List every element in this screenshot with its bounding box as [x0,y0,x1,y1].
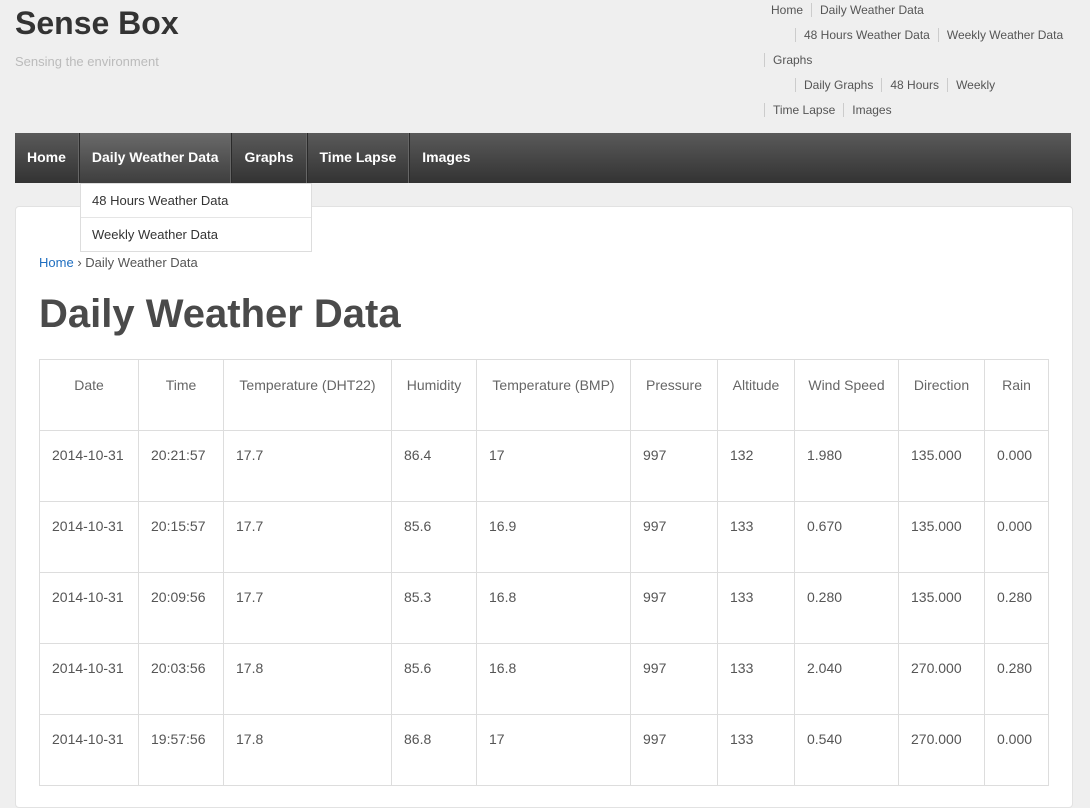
cell-temperature-dht22: 17.8 [223,643,392,715]
top-nav-link-48-hours[interactable]: 48 Hours [881,78,947,92]
cell-temperature-dht22: 17.8 [223,714,392,786]
column-header-altitude: Altitude [717,359,795,431]
breadcrumb-separator: › [77,255,82,270]
top-nav-link-home[interactable]: Home [763,3,811,17]
breadcrumb: Home › Daily Weather Data [39,255,198,270]
page-title: Daily Weather Data [39,292,401,336]
top-nav-row: 48 Hours Weather Data Weekly Weather Dat… [795,25,1071,45]
cell-pressure: 997 [630,714,718,786]
table-row: 2014-10-31 20:09:56 17.7 85.3 16.8 997 1… [39,572,1049,644]
cell-pressure: 997 [630,430,718,502]
table-row: 2014-10-31 20:03:56 17.8 85.6 16.8 997 1… [39,643,1049,715]
top-nav-link-daily-graphs[interactable]: Daily Graphs [795,78,881,92]
column-header-wind-speed: Wind Speed [794,359,899,431]
main-nav-images[interactable]: Images [410,133,483,183]
cell-time: 20:09:56 [138,572,224,644]
cell-temperature-bmp: 17 [476,430,631,502]
cell-altitude: 133 [717,714,795,786]
top-nav-link-48-hours-weather-data[interactable]: 48 Hours Weather Data [795,28,938,42]
column-header-temperature-dht22: Temperature (DHT22) [223,359,392,431]
top-nav: Home Daily Weather Data 48 Hours Weather… [0,0,1090,125]
content-card: Home › Daily Weather Data Daily Weather … [15,206,1073,808]
column-header-temperature-bmp: Temperature (BMP) [476,359,631,431]
cell-time: 20:03:56 [138,643,224,715]
table-row: 2014-10-31 19:57:56 17.8 86.8 17 997 133… [39,714,1049,786]
cell-direction: 135.000 [898,430,985,502]
cell-temperature-bmp: 16.8 [476,643,631,715]
breadcrumb-home-link[interactable]: Home [39,255,74,270]
top-nav-link-weekly-weather-data[interactable]: Weekly Weather Data [937,28,1071,42]
cell-wind-speed: 0.670 [794,501,899,573]
cell-altitude: 133 [717,572,795,644]
cell-wind-speed: 0.280 [794,572,899,644]
cell-wind-speed: 2.040 [794,643,899,715]
cell-humidity: 85.3 [391,572,477,644]
cell-date: 2014-10-31 [39,501,139,573]
cell-date: 2014-10-31 [39,643,139,715]
cell-date: 2014-10-31 [39,714,139,786]
main-nav-home[interactable]: Home [15,133,80,183]
top-nav-link-time-lapse[interactable]: Time Lapse [764,103,843,117]
cell-rain: 0.280 [984,643,1049,715]
nav-dropdown-menu: 48 Hours Weather Data Weekly Weather Dat… [80,183,312,252]
cell-rain: 0.000 [984,714,1049,786]
cell-direction: 270.000 [898,714,985,786]
top-nav-row: Time Lapse Images [764,100,900,120]
top-nav-row: Home Daily Weather Data [763,0,932,20]
top-nav-link-images[interactable]: Images [843,103,899,117]
column-header-direction: Direction [898,359,985,431]
main-nav-daily-weather-data[interactable]: Daily Weather Data [79,133,233,183]
column-header-rain: Rain [984,359,1049,431]
cell-pressure: 997 [630,643,718,715]
cell-temperature-dht22: 17.7 [223,430,392,502]
table-header-row: Date Time Temperature (DHT22) Humidity T… [39,359,1049,431]
table-row: 2014-10-31 20:15:57 17.7 85.6 16.9 997 1… [39,501,1049,573]
breadcrumb-current: Daily Weather Data [85,255,198,270]
cell-wind-speed: 1.980 [794,430,899,502]
table-row: 2014-10-31 20:21:57 17.7 86.4 17 997 132… [39,430,1049,502]
cell-humidity: 85.6 [391,501,477,573]
top-nav-row: Daily Graphs 48 Hours Weekly [795,75,1003,95]
cell-time: 19:57:56 [138,714,224,786]
main-nav-graphs[interactable]: Graphs [232,133,308,183]
cell-temperature-bmp: 16.8 [476,572,631,644]
top-nav-link-weekly[interactable]: Weekly [947,78,1003,92]
cell-temperature-dht22: 17.7 [223,501,392,573]
cell-temperature-bmp: 16.9 [476,501,631,573]
cell-humidity: 85.6 [391,643,477,715]
cell-rain: 0.000 [984,501,1049,573]
column-header-time: Time [138,359,224,431]
top-nav-row: Graphs [764,50,820,70]
cell-temperature-dht22: 17.7 [223,572,392,644]
cell-direction: 270.000 [898,643,985,715]
column-header-date: Date [39,359,139,431]
cell-time: 20:21:57 [138,430,224,502]
top-nav-link-daily-weather-data[interactable]: Daily Weather Data [811,3,932,17]
cell-humidity: 86.8 [391,714,477,786]
cell-rain: 0.000 [984,430,1049,502]
cell-direction: 135.000 [898,501,985,573]
cell-temperature-bmp: 17 [476,714,631,786]
cell-humidity: 86.4 [391,430,477,502]
cell-direction: 135.000 [898,572,985,644]
cell-time: 20:15:57 [138,501,224,573]
cell-altitude: 133 [717,501,795,573]
dropdown-item-weekly-weather-data[interactable]: Weekly Weather Data [81,218,311,251]
column-header-pressure: Pressure [630,359,718,431]
weather-data-table: Date Time Temperature (DHT22) Humidity T… [39,359,1049,786]
cell-pressure: 997 [630,501,718,573]
dropdown-item-48-hours-weather-data[interactable]: 48 Hours Weather Data [81,184,311,218]
cell-wind-speed: 0.540 [794,714,899,786]
cell-rain: 0.280 [984,572,1049,644]
cell-date: 2014-10-31 [39,572,139,644]
column-header-humidity: Humidity [391,359,477,431]
cell-pressure: 997 [630,572,718,644]
cell-altitude: 133 [717,643,795,715]
main-nav-time-lapse[interactable]: Time Lapse [308,133,411,183]
cell-altitude: 132 [717,430,795,502]
top-nav-link-graphs[interactable]: Graphs [764,53,820,67]
cell-date: 2014-10-31 [39,430,139,502]
main-nav: Home Daily Weather Data Graphs Time Laps… [15,133,1071,183]
